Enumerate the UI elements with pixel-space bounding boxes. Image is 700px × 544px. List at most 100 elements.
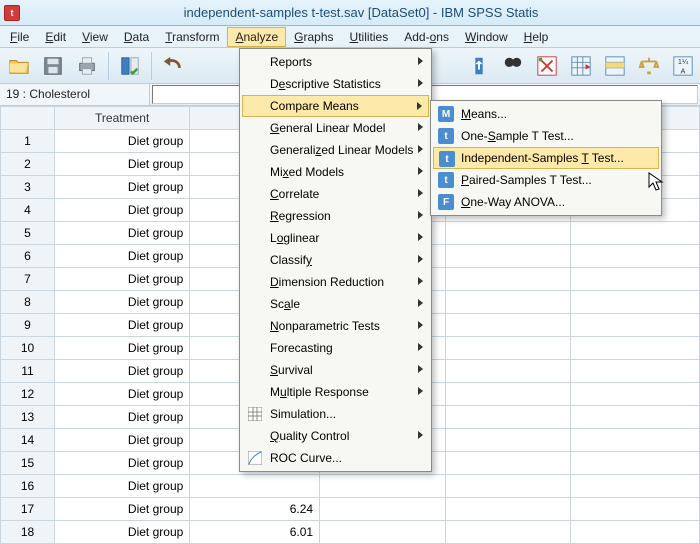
column-header[interactable]: Treatment (55, 107, 190, 130)
menu-item-roc-curve[interactable]: ROC Curve... (242, 447, 429, 469)
weight-button[interactable] (634, 51, 664, 81)
cell[interactable]: Diet group (55, 314, 190, 337)
analyze-menu[interactable]: ReportsDescriptive StatisticsCompare Mea… (239, 48, 432, 472)
cell[interactable] (445, 360, 571, 383)
submenu-item-paired-samples-t-test[interactable]: tPaired-Samples T Test... (433, 169, 659, 191)
cell[interactable] (445, 337, 571, 360)
cell[interactable]: Diet group (55, 268, 190, 291)
cell[interactable] (571, 314, 700, 337)
cell[interactable] (445, 521, 571, 544)
cell[interactable]: Diet group (55, 406, 190, 429)
menu-item-mixed-models[interactable]: Mixed Models (242, 161, 429, 183)
menu-help[interactable]: Help (516, 27, 557, 47)
cell[interactable]: Diet group (55, 452, 190, 475)
cell[interactable]: 6.01 (190, 521, 320, 544)
menu-item-general-linear-model[interactable]: General Linear Model (242, 117, 429, 139)
cell[interactable]: Diet group (55, 429, 190, 452)
cell[interactable]: 6.24 (190, 498, 320, 521)
menu-edit[interactable]: Edit (37, 27, 74, 47)
menu-file[interactable]: File (2, 27, 37, 47)
menu-item-nonparametric-tests[interactable]: Nonparametric Tests (242, 315, 429, 337)
cell[interactable] (320, 475, 446, 498)
cell[interactable] (190, 475, 320, 498)
row-header[interactable]: 9 (1, 314, 55, 337)
print-button[interactable] (72, 51, 102, 81)
cell[interactable] (445, 314, 571, 337)
row-header[interactable]: 1 (1, 130, 55, 153)
row-header[interactable]: 3 (1, 176, 55, 199)
row-header[interactable]: 13 (1, 406, 55, 429)
cell[interactable]: Diet group (55, 475, 190, 498)
select-cases-button[interactable] (600, 51, 630, 81)
cell[interactable]: Diet group (55, 291, 190, 314)
cell[interactable] (571, 452, 700, 475)
menu-item-forecasting[interactable]: Forecasting (242, 337, 429, 359)
corner-header[interactable] (1, 107, 55, 130)
cell[interactable] (571, 521, 700, 544)
run-button[interactable] (566, 51, 596, 81)
menu-item-quality-control[interactable]: Quality Control (242, 425, 429, 447)
menu-transform[interactable]: Transform (157, 27, 227, 47)
menu-item-descriptive-statistics[interactable]: Descriptive Statistics (242, 73, 429, 95)
cell[interactable]: Diet group (55, 498, 190, 521)
row-header[interactable]: 15 (1, 452, 55, 475)
recall-dialog-button[interactable] (115, 51, 145, 81)
cell[interactable] (571, 383, 700, 406)
menu-item-regression[interactable]: Regression (242, 205, 429, 227)
menu-item-multiple-response[interactable]: Multiple Response (242, 381, 429, 403)
row-header[interactable]: 5 (1, 222, 55, 245)
menu-item-correlate[interactable]: Correlate (242, 183, 429, 205)
menu-item-scale[interactable]: Scale (242, 293, 429, 315)
cell[interactable] (571, 475, 700, 498)
compare-means-submenu[interactable]: MMeans...tOne-Sample T Test...tIndepende… (430, 100, 662, 216)
menu-add-ons[interactable]: Add-ons (396, 27, 457, 47)
submenu-item-independent-samples-t-test[interactable]: tIndependent-Samples T Test... (433, 147, 659, 169)
cell[interactable] (445, 383, 571, 406)
cell[interactable] (445, 498, 571, 521)
cell[interactable]: Diet group (55, 153, 190, 176)
menu-item-dimension-reduction[interactable]: Dimension Reduction (242, 271, 429, 293)
cell[interactable] (571, 406, 700, 429)
cell[interactable] (445, 429, 571, 452)
cell[interactable] (571, 245, 700, 268)
cell[interactable]: Diet group (55, 222, 190, 245)
menu-item-loglinear[interactable]: Loglinear (242, 227, 429, 249)
menu-item-compare-means[interactable]: Compare Means (242, 95, 429, 117)
row-header[interactable]: 11 (1, 360, 55, 383)
menu-item-reports[interactable]: Reports (242, 51, 429, 73)
row-header[interactable]: 7 (1, 268, 55, 291)
cell[interactable] (445, 452, 571, 475)
menu-data[interactable]: Data (116, 27, 157, 47)
variables-button[interactable] (532, 51, 562, 81)
submenu-item-one-sample-t-test[interactable]: tOne-Sample T Test... (433, 125, 659, 147)
row-header[interactable]: 17 (1, 498, 55, 521)
cell[interactable] (445, 475, 571, 498)
save-button[interactable] (38, 51, 68, 81)
cell[interactable] (571, 291, 700, 314)
goto-case-button[interactable] (464, 51, 494, 81)
submenu-item-one-way-anova[interactable]: FOne-Way ANOVA... (433, 191, 659, 213)
cell[interactable] (445, 291, 571, 314)
cell[interactable] (320, 521, 446, 544)
row-header[interactable]: 10 (1, 337, 55, 360)
cell[interactable] (445, 268, 571, 291)
menu-view[interactable]: View (74, 27, 116, 47)
cell[interactable]: Diet group (55, 199, 190, 222)
cell[interactable] (445, 406, 571, 429)
menu-item-classify[interactable]: Classify (242, 249, 429, 271)
cell[interactable]: Diet group (55, 337, 190, 360)
cell[interactable] (571, 337, 700, 360)
menu-graphs[interactable]: Graphs (286, 27, 341, 47)
menu-item-generalized-linear-models[interactable]: Generalized Linear Models (242, 139, 429, 161)
cell[interactable] (445, 245, 571, 268)
open-button[interactable] (4, 51, 34, 81)
cell[interactable] (571, 268, 700, 291)
table-row[interactable]: 17Diet group6.24 (1, 498, 700, 521)
row-header[interactable]: 2 (1, 153, 55, 176)
submenu-item-means[interactable]: MMeans... (433, 103, 659, 125)
cell[interactable] (320, 498, 446, 521)
cell[interactable] (445, 222, 571, 245)
row-header[interactable]: 16 (1, 475, 55, 498)
row-header[interactable]: 14 (1, 429, 55, 452)
cell[interactable]: Diet group (55, 245, 190, 268)
